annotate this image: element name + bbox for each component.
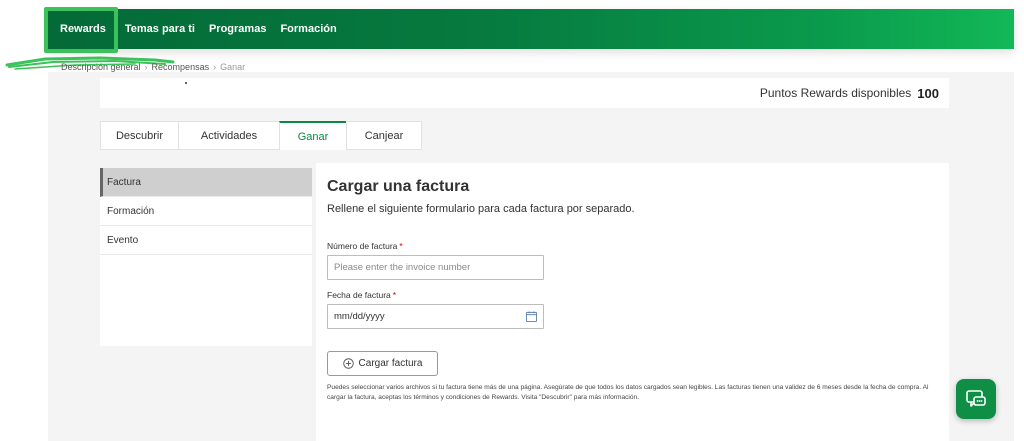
points-label: Puntos Rewards disponibles bbox=[759, 86, 912, 100]
required-mark: * bbox=[392, 290, 397, 300]
tab-actividades[interactable]: Actividades bbox=[178, 121, 279, 150]
form-subtitle: Rellene el siguiente formulario para cad… bbox=[327, 203, 635, 215]
breadcrumb-separator-icon: › bbox=[213, 62, 217, 72]
breadcrumb-item-current: Ganar bbox=[220, 62, 246, 72]
decorative-dot bbox=[185, 82, 187, 84]
chat-button[interactable] bbox=[956, 379, 996, 419]
breadcrumb: Descripción general › Recompensas › Gana… bbox=[61, 62, 245, 72]
upload-help-text: Puedes seleccionar varios archivos si tu… bbox=[327, 384, 929, 401]
tab-descubrir[interactable]: Descubrir bbox=[100, 121, 178, 150]
tab-canjear[interactable]: Canjear bbox=[346, 121, 422, 150]
invoice-date-label: Fecha de factura * bbox=[327, 290, 396, 300]
upload-invoice-button[interactable]: Cargar factura bbox=[327, 351, 438, 376]
required-mark: * bbox=[399, 241, 403, 251]
breadcrumb-separator-icon: › bbox=[144, 62, 148, 72]
top-navigation-bar: Rewards Temas para ti Programas Formació… bbox=[48, 9, 1014, 49]
invoice-date-value: mm/dd/yyyy bbox=[334, 311, 385, 322]
side-item-factura[interactable]: Factura bbox=[100, 168, 312, 197]
invoice-number-input[interactable]: Please enter the invoice number bbox=[327, 255, 544, 280]
invoice-form-panel: Cargar una factura Rellene el siguiente … bbox=[316, 163, 949, 441]
side-item-evento[interactable]: Evento bbox=[100, 226, 312, 255]
invoice-date-input[interactable]: mm/dd/yyyy bbox=[327, 304, 544, 329]
side-item-formacion[interactable]: Formación bbox=[100, 197, 312, 226]
nav-item-programas[interactable]: Programas bbox=[202, 9, 273, 49]
invoice-number-placeholder: Please enter the invoice number bbox=[334, 262, 471, 273]
points-card: Puntos Rewards disponibles 100 bbox=[100, 78, 949, 108]
points-value: 100 bbox=[917, 85, 939, 101]
breadcrumb-item-descripcion-general[interactable]: Descripción general bbox=[61, 62, 141, 72]
nav-item-rewards[interactable]: Rewards bbox=[48, 9, 118, 49]
breadcrumb-item-recompensas[interactable]: Recompensas bbox=[152, 62, 210, 72]
rewards-tabs: Descubrir Actividades Ganar Canjear bbox=[100, 121, 422, 150]
nav-item-temas-para-ti[interactable]: Temas para ti bbox=[118, 9, 202, 49]
nav-item-formacion[interactable]: Formación bbox=[273, 9, 343, 49]
side-menu: Factura Formación Evento bbox=[100, 168, 312, 346]
plus-circle-icon bbox=[342, 358, 354, 369]
form-title: Cargar una factura bbox=[327, 178, 470, 195]
invoice-number-label-text: Número de factura bbox=[327, 241, 398, 251]
invoice-number-label: Número de factura * bbox=[327, 241, 403, 251]
calendar-icon[interactable] bbox=[526, 311, 537, 322]
tab-ganar[interactable]: Ganar bbox=[279, 121, 346, 150]
invoice-date-label-text: Fecha de factura bbox=[327, 290, 391, 300]
upload-invoice-button-label: Cargar factura bbox=[358, 358, 423, 369]
chat-icon bbox=[966, 390, 986, 407]
